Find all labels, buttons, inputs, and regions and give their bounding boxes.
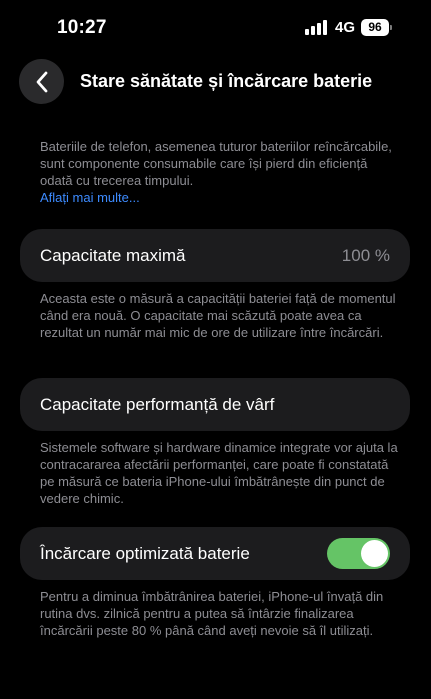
intro-text-block: Bateriile de telefon, asemenea tuturor b… [40,138,398,206]
chevron-left-icon [36,71,47,92]
back-button[interactable] [19,59,64,104]
network-type: 4G [335,19,356,36]
peak-performance-description: Sistemele software și hardware dinamice … [40,440,398,506]
optimized-charging-description: Pentru a diminua îmbătrânirea bateriei, … [40,589,384,638]
max-capacity-description: Aceasta este o măsură a capacității bate… [40,291,396,340]
optimized-charging-toggle[interactable] [327,538,390,569]
cellular-signal-icon [305,20,329,35]
battery-icon: 96 [361,19,389,36]
page-title: Stare sănătate și încărcare baterie [80,71,373,91]
intro-description: Bateriile de telefon, asemenea tuturor b… [40,139,392,188]
peak-performance-label: Capacitate performanță de vârf [40,395,275,414]
optimized-charging-row: Încărcare optimizată baterie [20,527,410,580]
max-capacity-row: Capacitate maximă 100 % [20,229,410,282]
peak-performance-row: Capacitate performanță de vârf [20,378,410,431]
status-time: 10:27 [57,17,107,38]
max-capacity-label: Capacitate maximă [40,246,186,265]
max-capacity-value: 100 % [341,246,390,265]
learn-more-link[interactable]: Aflați mai multe... [40,190,140,205]
status-bar: 10:27 4G 96 [0,0,431,56]
optimized-charging-label: Încărcare optimizată baterie [40,544,250,563]
toggle-knob [361,540,388,567]
battery-terminal [390,25,392,30]
